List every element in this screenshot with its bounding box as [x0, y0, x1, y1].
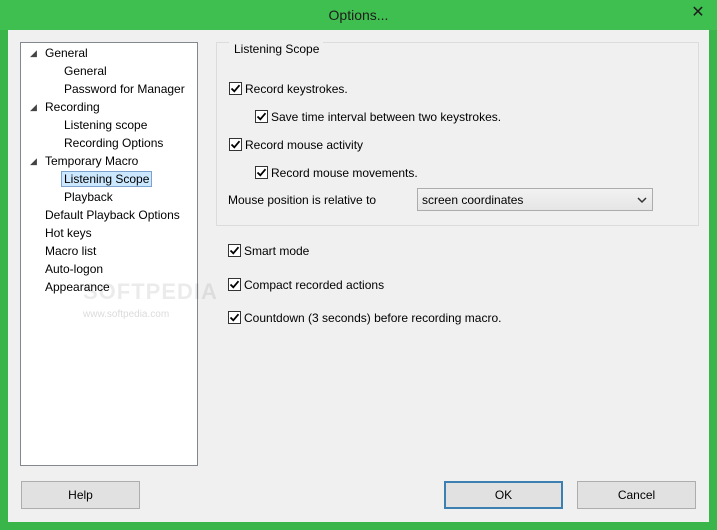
dialog-body: ◢ General General Password for Manager ◢… [8, 30, 709, 522]
tree-item-label: Listening Scope [61, 171, 153, 187]
title-bar[interactable]: Options... ✕ [0, 0, 717, 30]
help-button[interactable]: Help [21, 481, 140, 509]
softpedia-watermark-url: www.softpedia.com [83, 309, 170, 320]
checkbox-checked-icon[interactable] [229, 82, 242, 95]
tree-item-label: Auto-logon [45, 262, 104, 276]
tree-item-playback[interactable]: Playback [64, 188, 113, 206]
checkbox-label: Countdown (3 seconds) before recording m… [244, 311, 502, 325]
checkbox-checked-icon[interactable] [229, 138, 242, 151]
tree-item-label: Password for Manager [64, 82, 185, 96]
checkbox-checked-icon[interactable] [228, 244, 241, 257]
checkbox-label: Smart mode [244, 244, 310, 258]
tree-item-hot-keys[interactable]: Hot keys [45, 224, 92, 242]
checkbox-checked-icon[interactable] [255, 166, 268, 179]
mouse-position-dropdown[interactable]: screen coordinates [417, 188, 653, 211]
checkbox-checked-icon[interactable] [228, 278, 241, 291]
tree-item-label: Playback [64, 190, 113, 204]
expand-arrow-icon[interactable]: ◢ [30, 44, 37, 62]
tree-item-general-general[interactable]: General [64, 62, 107, 80]
checkbox-label: Record mouse movements. [271, 166, 418, 180]
checkbox-label: Record keystrokes. [245, 82, 348, 96]
group-title: Listening Scope [229, 42, 324, 56]
tree-item-label: Temporary Macro [45, 154, 139, 168]
checkbox-label: Save time interval between two keystroke… [271, 110, 502, 124]
tree-item-listening-scope[interactable]: Listening scope [64, 116, 147, 134]
close-icon[interactable]: ✕ [687, 3, 709, 23]
tree-item-temporary-listening-scope[interactable]: Listening Scope [61, 170, 153, 188]
tree-item-temporary-macro[interactable]: ◢ Temporary Macro [30, 152, 139, 170]
tree-item-label: Listening scope [64, 118, 148, 132]
ok-button[interactable]: OK [444, 481, 563, 509]
expand-arrow-icon[interactable]: ◢ [30, 152, 37, 170]
checkbox-checked-icon[interactable] [255, 110, 268, 123]
tree-item-label: Hot keys [45, 226, 92, 240]
chevron-down-icon[interactable] [637, 192, 647, 208]
softpedia-watermark: SOFTPEDIA [83, 279, 218, 304]
tree-item-default-playback-options[interactable]: Default Playback Options [45, 206, 180, 224]
mouse-position-label: Mouse position is relative to [228, 193, 377, 207]
tree-item-macro-list[interactable]: Macro list [45, 242, 96, 260]
options-window: Options... ✕ ◢ General General Password … [0, 0, 717, 530]
checkbox-checked-icon[interactable] [228, 311, 241, 324]
tree-item-recording[interactable]: ◢ Recording [30, 98, 100, 116]
tree-item-password-for-manager[interactable]: Password for Manager [64, 80, 185, 98]
tree-item-label: General [45, 46, 88, 60]
tree-item-general[interactable]: ◢ General [30, 44, 88, 62]
tree-item-auto-logon[interactable]: Auto-logon [45, 260, 103, 278]
expand-arrow-icon[interactable]: ◢ [30, 98, 37, 116]
tree-item-label: General [64, 64, 107, 78]
cancel-button[interactable]: Cancel [577, 481, 696, 509]
checkbox-label: Record mouse activity [245, 138, 364, 152]
tree-item-label: Recording [45, 100, 100, 114]
dropdown-value: screen coordinates [422, 193, 524, 207]
tree-item-label: Recording Options [64, 136, 164, 150]
tree-item-label: Default Playback Options [45, 208, 180, 222]
tree-item-label: Macro list [45, 244, 97, 258]
options-tree[interactable]: ◢ General General Password for Manager ◢… [20, 42, 217, 466]
checkbox-label: Compact recorded actions [244, 278, 385, 292]
window-title: Options... [328, 7, 389, 23]
tree-item-recording-options[interactable]: Recording Options [64, 134, 163, 152]
